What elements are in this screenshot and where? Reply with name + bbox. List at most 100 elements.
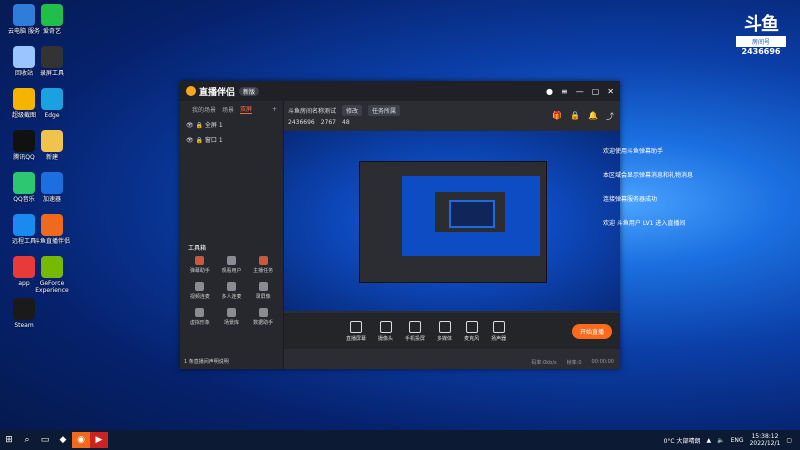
desktop-icon[interactable]: 斗鱼直播伴侣	[32, 214, 72, 245]
clock[interactable]: 15:38:12 2022/12/1	[750, 433, 781, 447]
toolbox-item[interactable]: 虚拟形象	[184, 308, 216, 326]
task-button[interactable]: 任务所属	[368, 105, 401, 116]
desktop-icon-label: 新建	[45, 154, 58, 161]
desktop-icon[interactable]: 新建	[32, 130, 72, 161]
source-icon	[379, 320, 392, 333]
scene-item[interactable]: 👁 🔒 窗口 1	[180, 132, 283, 147]
desktop-icon[interactable]: 爱奇艺	[32, 4, 72, 35]
tab-scenes[interactable]: 场景	[222, 105, 234, 114]
tool-label: 数据助手	[253, 320, 274, 326]
toolbox-item[interactable]: 主播任务	[247, 256, 279, 274]
title-bar[interactable]: 直播伴侣 新版 ● ≡ — ▢ ✕	[180, 81, 620, 101]
tool-icon	[195, 256, 205, 265]
toolbox-item[interactable]: 场景库	[216, 308, 248, 326]
tool-label: 弹幕助手	[189, 268, 210, 274]
desktop-icon-label: 爱奇艺	[42, 28, 61, 35]
folder-icon	[41, 130, 63, 152]
volume-icon[interactable]: 🔈	[717, 437, 724, 444]
source-label: 多媒体	[437, 335, 453, 342]
start-icon[interactable]: ⊞	[0, 432, 18, 448]
menu-icon[interactable]: ≡	[561, 87, 568, 96]
edge-icon	[41, 88, 63, 110]
chat-message: 欢迎使用斗鱼弹幕助手	[603, 148, 664, 155]
toolbox-item[interactable]: 弹幕助手	[184, 256, 216, 274]
source-icon	[492, 320, 505, 333]
source-icon	[465, 320, 478, 333]
avatar-icon[interactable]: ●	[546, 87, 553, 96]
source-icon	[350, 320, 362, 333]
network-icon[interactable]: ▲	[707, 437, 712, 444]
app-logo: 直播伴侣	[186, 85, 235, 98]
nested-preview	[402, 176, 540, 256]
douyu-taskbar-icon[interactable]: ◉	[72, 432, 90, 448]
toolbox-item[interactable]: 多人连麦	[216, 282, 248, 300]
source-control-button[interactable]: 摄像头	[378, 320, 393, 342]
desktop-icon[interactable]: Steam	[4, 298, 44, 329]
maximize-icon[interactable]: ▢	[592, 87, 600, 96]
notification-icon[interactable]: 🔔	[588, 111, 598, 122]
nested-preview-level-2	[435, 192, 505, 232]
edit-category-button[interactable]: 修改	[342, 105, 363, 116]
notice-text[interactable]: 1 条直播间声明说明	[184, 358, 229, 365]
tab-dual[interactable]: 双屏	[240, 104, 253, 114]
toolbox-item[interactable]: 视频连麦	[184, 282, 216, 300]
desktop-icon-label: Steam	[14, 322, 34, 329]
source-label: 扬声器	[491, 335, 507, 342]
desktop-icon[interactable]: GeForce Experience	[32, 256, 72, 294]
source-control-button[interactable]: 扬声器	[491, 320, 507, 342]
source-control-button[interactable]: 麦克风	[464, 320, 479, 342]
recorder-taskbar-icon[interactable]: ▶	[90, 432, 108, 448]
douyu-logo: 斗鱼	[744, 14, 779, 35]
desktop-icon[interactable]: Edge	[32, 88, 72, 119]
stream-preview[interactable]	[284, 131, 620, 311]
framerate: 帧率:0	[566, 359, 582, 366]
app-title: 直播伴侣	[199, 87, 236, 98]
desktop-icon-label: Edge	[44, 112, 60, 119]
close-icon[interactable]: ✕	[607, 87, 614, 96]
tool-icon	[258, 256, 268, 265]
toolbox-item[interactable]: 数据助手	[247, 308, 279, 326]
game-icon[interactable]: ◆	[54, 432, 72, 448]
source-control-button[interactable]: 多媒体	[437, 320, 453, 342]
add-scene-icon[interactable]: +	[272, 106, 283, 113]
scene-item[interactable]: 👁 🔒 全屏 1	[180, 117, 283, 132]
clock-time: 15:38:12	[751, 433, 779, 440]
share-icon[interactable]: ⤴	[606, 111, 614, 122]
desktop-icon-label: 加速器	[42, 196, 61, 203]
toolbox-item[interactable]: 观看用户	[216, 256, 248, 274]
desktop-icon-label: GeForce Experience	[35, 280, 69, 294]
tool-label: 多人连麦	[221, 294, 242, 300]
clock-date: 2022/12/1	[749, 440, 781, 447]
source-control-button[interactable]: 直播屏幕	[346, 320, 366, 342]
gift-icon[interactable]: 🎁	[552, 111, 562, 122]
toolbox-item[interactable]: 录屏像	[247, 282, 279, 300]
tool-label: 场景库	[223, 320, 239, 326]
minimize-icon[interactable]: —	[576, 87, 584, 96]
source-control-button[interactable]: 手机投屏	[405, 320, 425, 342]
weather-text[interactable]: 0°C 大部晴朗	[664, 436, 701, 445]
room-name: 斗鱼房间名称测试	[288, 108, 337, 115]
tab-my-scenes[interactable]: 我的场景	[192, 105, 216, 114]
desktop-icon[interactable]: 录屏工具	[32, 46, 72, 77]
nested-preview-level-3	[449, 200, 495, 228]
stream-time: 00:00:00	[591, 359, 614, 365]
start-stream-button[interactable]: 开始直播	[571, 324, 612, 339]
task-view-icon[interactable]: ▭	[36, 432, 54, 448]
version-badge[interactable]: 新版	[239, 86, 260, 96]
tool-icon	[226, 282, 236, 291]
search-icon[interactable]: ⌕	[18, 432, 36, 448]
tool-icon	[258, 308, 268, 317]
streaming-app-window[interactable]: 直播伴侣 新版 ● ≡ — ▢ ✕ 我的场景 场景 双屏 + 👁 🔒 全屏 1 …	[180, 81, 620, 369]
language-indicator[interactable]: ENG	[731, 437, 744, 444]
notification-center-icon[interactable]: ▢	[786, 437, 792, 444]
toolbox-grid: 弹幕助手 观看用户 主播任务视频连麦 多人连麦 录屏像虚拟形象 场景库 数据助手	[184, 256, 279, 326]
room-label: 房间号	[736, 36, 786, 47]
nvidia-icon	[41, 256, 63, 278]
tool-label: 录屏像	[255, 294, 271, 300]
chat-messages: 欢迎使用斗鱼弹幕助手 本区域会显示弹幕消息和礼物消息 连接弹幕服务器成功 欢迎 …	[603, 140, 693, 236]
lock-icon[interactable]: 🔒	[570, 111, 580, 122]
tool-icon	[258, 282, 268, 291]
tool-label: 视频连麦	[189, 294, 210, 300]
desktop-icon[interactable]: 加速器	[32, 172, 72, 203]
top-toolbar: 🎁 🔒 🔔 ⤴	[552, 111, 614, 122]
